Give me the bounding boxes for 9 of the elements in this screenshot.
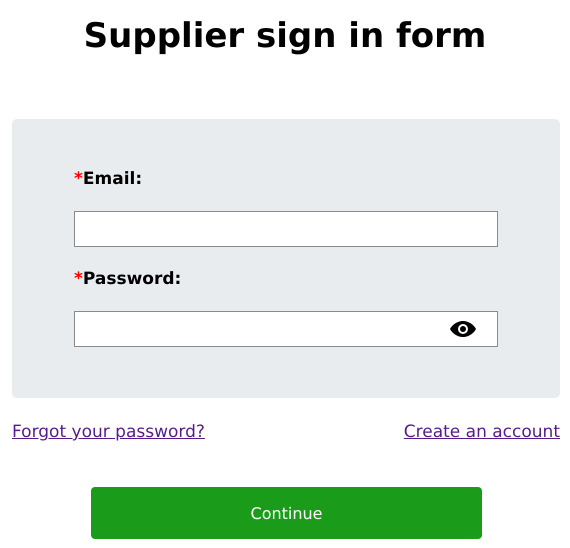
eye-icon[interactable] <box>449 320 477 338</box>
field-label: *Password: <box>74 269 182 289</box>
field-label: *Email: <box>74 169 142 189</box>
link[interactable]: Forgot your password? <box>12 420 205 444</box>
password-field[interactable] <box>74 311 498 347</box>
link[interactable]: Create an account <box>404 420 560 444</box>
continue-button[interactable]: Continue <box>91 487 482 539</box>
email-field[interactable] <box>74 211 498 247</box>
page-title: Supplier sign in form <box>84 15 486 58</box>
